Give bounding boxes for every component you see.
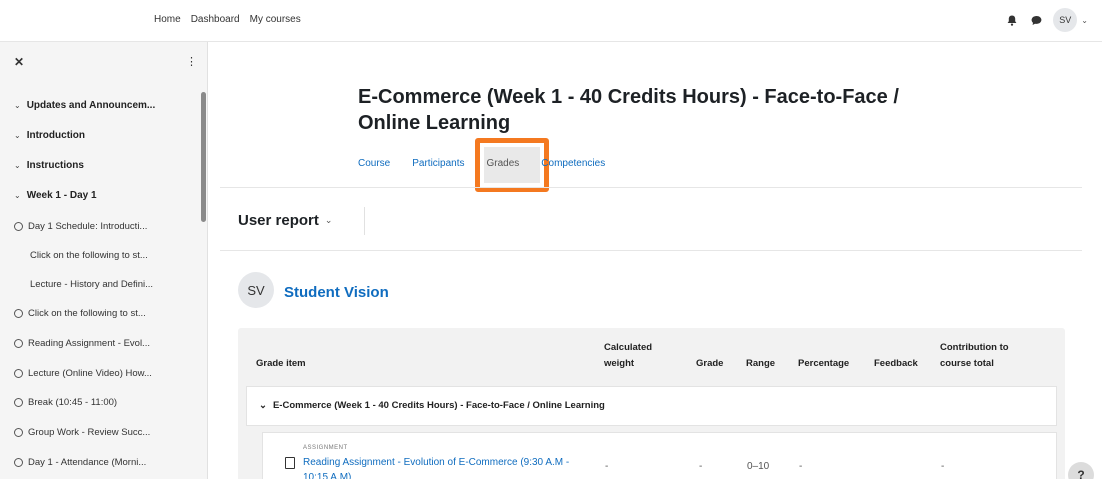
column-header-grade: Grade — [696, 358, 724, 369]
activity-label: Reading Assignment - Evol... — [28, 338, 150, 349]
activity-item[interactable]: Day 1 - Attendance (Morni... — [14, 457, 146, 468]
section-label: Week 1 - Day 1 — [26, 190, 97, 201]
chevron-down-icon: ⌄ — [14, 161, 21, 170]
activity-item[interactable]: Break (10:45 - 11:00) — [14, 397, 117, 408]
activity-label: Click on the following to st... — [28, 308, 146, 319]
section-introduction[interactable]: ⌄ Introduction — [14, 130, 85, 141]
activity-item[interactable]: Lecture (Online Video) How... — [14, 368, 152, 379]
more-options-icon[interactable]: ⋮ — [186, 55, 197, 68]
chevron-down-icon: ⌄ — [14, 101, 21, 110]
column-header-percentage: Percentage — [798, 358, 850, 369]
completion-circle-icon — [14, 222, 23, 231]
divider — [364, 207, 365, 235]
assignment-icon — [285, 457, 295, 469]
section-updates[interactable]: ⌄ Updates and Announcem... — [14, 100, 155, 111]
course-tabs: Course Participants Grades Competencies — [358, 158, 605, 169]
divider — [220, 187, 1082, 188]
grade-item-link[interactable]: Reading Assignment - Evolution of E-Comm… — [303, 455, 573, 479]
cell-percentage: - — [799, 461, 803, 472]
column-header-feedback: Feedback — [874, 358, 918, 369]
item-type-label: ASSIGNMENT — [303, 445, 348, 451]
avatar: SV — [238, 272, 274, 308]
user-menu-area: SV ⌄ — [1005, 8, 1088, 32]
bell-icon[interactable] — [1005, 13, 1019, 27]
section-label: Updates and Announcem... — [26, 100, 156, 111]
activity-label: Break (10:45 - 11:00) — [28, 397, 118, 408]
tab-course[interactable]: Course — [358, 158, 390, 169]
close-icon[interactable]: ✕ — [14, 55, 24, 69]
completion-circle-icon — [14, 398, 23, 407]
nav-my-courses[interactable]: My courses — [250, 14, 301, 25]
course-index-drawer: ✕ ⋮ ⌄ Updates and Announcem... ⌄ Introdu… — [0, 42, 208, 479]
cell-range: 0–10 — [747, 461, 770, 472]
section-instructions[interactable]: ⌄ Instructions — [14, 160, 84, 171]
chevron-down-icon: ⌄ — [14, 191, 21, 200]
chat-icon[interactable] — [1029, 13, 1043, 27]
column-header-range: Range — [746, 358, 776, 369]
chevron-down-icon: ⌄ — [14, 131, 21, 140]
completion-circle-icon — [14, 309, 23, 318]
activity-label: Lecture (Online Video) How... — [28, 368, 152, 379]
user-name-link[interactable]: Student Vision — [284, 284, 389, 301]
cell-contribution: - — [941, 461, 945, 472]
activity-label: Click on the following to st... — [30, 250, 148, 261]
activity-item[interactable]: Day 1 Schedule: Introducti... — [14, 221, 147, 232]
grades-table: Grade item Calculated weight Grade Range… — [238, 328, 1065, 479]
column-header-calculated-weight: Calculated weight — [604, 342, 653, 369]
completion-circle-icon — [14, 369, 23, 378]
primary-navigation: Home Dashboard My courses — [154, 14, 301, 25]
activity-item[interactable]: Group Work - Review Succ... — [14, 427, 150, 438]
drawer-scrollbar[interactable] — [201, 92, 206, 222]
section-label: Instructions — [26, 160, 84, 171]
section-label: Introduction — [26, 130, 86, 141]
section-week1-day1[interactable]: ⌄ Week 1 - Day 1 — [14, 190, 97, 201]
activity-item[interactable]: Click on the following to st... — [14, 308, 146, 319]
activity-item[interactable]: Click on the following to st... — [30, 250, 148, 261]
completion-circle-icon — [14, 428, 23, 437]
chevron-down-icon[interactable]: ⌄ — [259, 400, 267, 411]
activity-label: Day 1 Schedule: Introducti... — [28, 221, 148, 232]
cell-weight: - — [605, 461, 609, 472]
tab-participants[interactable]: Participants — [412, 158, 464, 169]
report-selector[interactable]: User report ⌄ — [238, 212, 332, 229]
tab-grades[interactable]: Grades — [487, 158, 520, 169]
activity-label: Day 1 - Attendance (Morni... — [28, 457, 147, 468]
completion-circle-icon — [14, 458, 23, 467]
column-header-contribution: Contribution to course total — [940, 342, 1009, 369]
avatar[interactable]: SV — [1053, 8, 1078, 32]
chevron-down-icon: ⌄ — [324, 215, 333, 225]
activity-label: Group Work - Review Succ... — [28, 427, 151, 438]
tab-competencies[interactable]: Competencies — [541, 158, 605, 169]
cell-grade: - — [699, 461, 703, 472]
column-header-grade-item: Grade item — [256, 358, 306, 369]
activity-item[interactable]: Reading Assignment - Evol... — [14, 338, 150, 349]
nav-home[interactable]: Home — [154, 14, 181, 25]
category-name: E-Commerce (Week 1 - 40 Credits Hours) -… — [272, 400, 605, 411]
nav-dashboard[interactable]: Dashboard — [191, 14, 240, 25]
divider — [220, 250, 1082, 251]
main-content: E-Commerce (Week 1 - 40 Credits Hours) -… — [220, 42, 1102, 479]
activity-item[interactable]: Lecture - History and Defini... — [30, 279, 153, 290]
activity-label: Lecture - History and Defini... — [30, 279, 154, 290]
report-selector-label: User report — [238, 212, 319, 229]
top-navbar: Home Dashboard My courses SV ⌄ — [0, 0, 1102, 42]
category-row[interactable]: ⌄ E-Commerce (Week 1 - 40 Credits Hours)… — [246, 386, 1057, 426]
page-title: E-Commerce (Week 1 - 40 Credits Hours) -… — [358, 86, 899, 134]
table-row: ASSIGNMENT Reading Assignment - Evolutio… — [262, 432, 1057, 479]
completion-circle-icon — [14, 339, 23, 348]
chevron-down-icon[interactable]: ⌄ — [1081, 16, 1088, 25]
